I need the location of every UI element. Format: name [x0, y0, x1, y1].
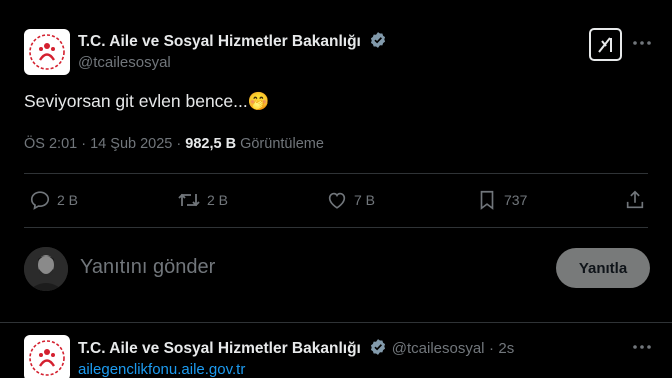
- ministry-emblem-icon: [29, 34, 65, 70]
- repost-count: 2 B: [207, 192, 229, 208]
- next-author-name[interactable]: T.C. Aile ve Sosyal Hizmetler Bakanlığı: [78, 340, 361, 357]
- reply-icon: [30, 191, 50, 210]
- author-name-row: T.C. Aile ve Sosyal Hizmetler Bakanlığı: [78, 31, 387, 51]
- divider: [24, 227, 648, 228]
- divider: [24, 173, 648, 174]
- bookmark-icon: [480, 190, 494, 210]
- tweet-date[interactable]: 14 Şub 2025: [90, 136, 172, 152]
- tweet-text-row: Seviyorsan git evlen bence...🤭: [24, 91, 270, 112]
- more-icon[interactable]: [632, 340, 652, 354]
- divider: [0, 322, 672, 323]
- tweet-time[interactable]: ÖS 2:01: [24, 136, 77, 152]
- verified-badge-icon: [371, 32, 386, 48]
- meta-separator: ·: [176, 136, 182, 152]
- next-tweet-avatar[interactable]: [24, 335, 70, 378]
- author-handle[interactable]: @tcailesosyal: [78, 54, 171, 71]
- tweet-meta: ÖS 2:01 · 14 Şub 2025 · 982,5 B Görüntül…: [24, 136, 324, 152]
- next-tweet-link[interactable]: ailegenclikfonu.aile.gov.tr: [78, 361, 245, 378]
- share-icon[interactable]: [624, 189, 646, 216]
- next-tweet-age[interactable]: 2s: [498, 340, 514, 357]
- author-avatar[interactable]: [24, 29, 70, 75]
- views-count: 982,5 B: [185, 136, 237, 152]
- heart-icon: [328, 192, 346, 209]
- more-icon[interactable]: [632, 36, 652, 50]
- grok-icon[interactable]: [589, 28, 622, 61]
- like-count: 7 B: [354, 192, 376, 208]
- emoji: 🤭: [247, 92, 270, 112]
- next-tweet-header: T.C. Aile ve Sosyal Hizmetler Bakanlığı …: [78, 338, 514, 358]
- repost-action[interactable]: 2 B: [177, 189, 228, 211]
- author-name[interactable]: T.C. Aile ve Sosyal Hizmetler Bakanlığı: [78, 33, 361, 50]
- bookmark-action[interactable]: 737: [476, 189, 527, 211]
- reply-count: 2 B: [57, 192, 79, 208]
- user-avatar[interactable]: [24, 247, 68, 291]
- tweet-text: Seviyorsan git evlen bence...: [24, 91, 248, 111]
- meta-separator: ·: [488, 340, 494, 357]
- views-label: Görüntüleme: [240, 136, 324, 152]
- reply-action[interactable]: 2 B: [29, 189, 78, 211]
- meta-separator: ·: [81, 136, 87, 152]
- reply-input[interactable]: Yanıtını gönder: [80, 256, 215, 279]
- ministry-emblem-icon: [29, 340, 65, 376]
- reply-button[interactable]: Yanıtla: [556, 248, 650, 288]
- like-action[interactable]: 7 B: [326, 189, 375, 211]
- bookmark-count: 737: [504, 192, 528, 208]
- verified-badge-icon: [371, 339, 386, 355]
- user-avatar-image: [24, 247, 68, 291]
- next-author-handle[interactable]: @tcailesosyal: [392, 340, 485, 357]
- repost-icon: [178, 193, 200, 207]
